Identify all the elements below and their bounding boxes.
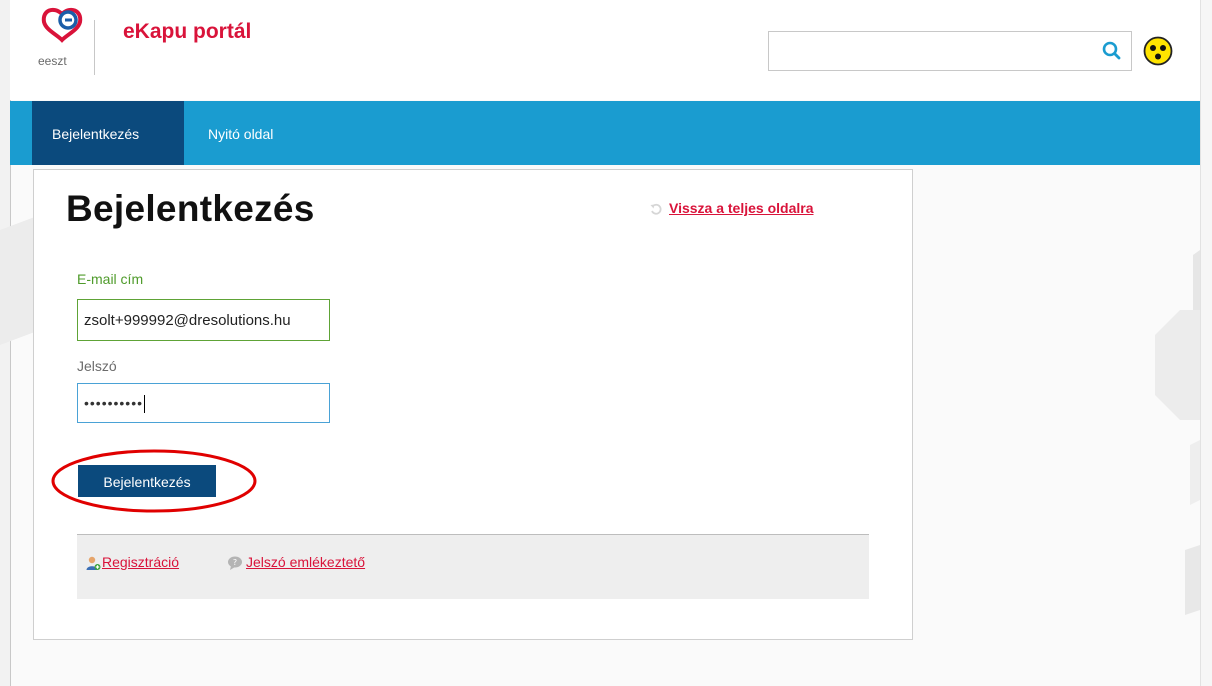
nav-item-login[interactable]: Bejelentkezés bbox=[32, 101, 184, 165]
accessibility-icon[interactable] bbox=[1143, 36, 1173, 66]
password-reminder-link[interactable]: Jelszó emlékeztető bbox=[246, 554, 365, 570]
highlight-circle-annotation bbox=[51, 449, 257, 513]
back-to-full-page-link[interactable]: Vissza a teljes oldalra bbox=[650, 200, 814, 216]
page-title: Bejelentkezés bbox=[66, 188, 315, 229]
password-field[interactable]: •••••••••• bbox=[77, 383, 330, 423]
window-scrollbar[interactable] bbox=[1200, 0, 1212, 686]
logo-divider bbox=[94, 20, 95, 75]
search-box bbox=[768, 31, 1132, 71]
site-header: eeszt eKapu portál bbox=[10, 0, 1200, 100]
portal-title: eKapu portál bbox=[123, 20, 252, 43]
register-link[interactable]: Regisztráció bbox=[102, 554, 179, 570]
speech-bubble-icon: ? bbox=[228, 556, 242, 570]
password-masked-value: •••••••••• bbox=[84, 395, 144, 411]
main-navigation: Bejelentkezés Nyitó oldal bbox=[10, 101, 1200, 165]
refresh-icon bbox=[650, 203, 662, 215]
back-link-label: Vissza a teljes oldalra bbox=[669, 200, 814, 216]
logo-text: eeszt bbox=[38, 54, 67, 68]
email-label: E-mail cím bbox=[77, 271, 144, 287]
password-label: Jelszó bbox=[77, 358, 117, 374]
login-footer: Regisztráció ? Jelszó emlékeztető bbox=[77, 534, 869, 599]
text-caret bbox=[144, 395, 146, 414]
nav-item-home[interactable]: Nyitó oldal bbox=[188, 101, 293, 165]
login-card: Bejelentkezés Vissza a teljes oldalra E-… bbox=[33, 169, 913, 640]
email-field[interactable] bbox=[77, 299, 330, 341]
svg-text:?: ? bbox=[233, 558, 237, 567]
search-button[interactable] bbox=[1091, 32, 1131, 70]
search-input[interactable] bbox=[769, 32, 1079, 70]
search-icon bbox=[1102, 41, 1121, 60]
user-add-icon bbox=[86, 556, 101, 570]
